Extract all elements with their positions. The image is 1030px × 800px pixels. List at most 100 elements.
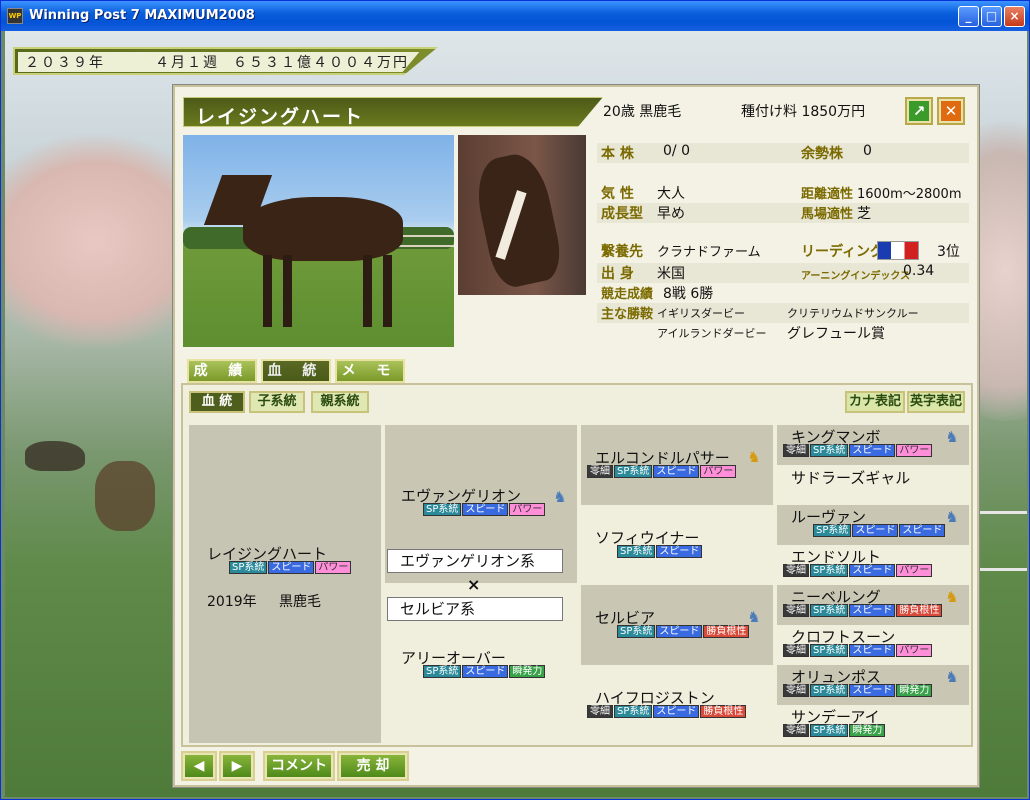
tab-seiseki[interactable]: 成 績 <box>187 359 257 383</box>
subtab-kettou[interactable]: 血 統 <box>189 391 245 413</box>
win-item: アイルランドダービー <box>657 327 767 340</box>
comment-button[interactable]: コメント <box>263 751 335 781</box>
sell-button[interactable]: 売 却 <box>337 751 409 781</box>
tag: SP系統 <box>617 545 656 558</box>
aei-label: アーニングインデックス <box>801 271 911 282</box>
minimize-button[interactable]: _ <box>958 6 979 27</box>
tag: SP系統 <box>423 665 462 678</box>
tag: パワー <box>700 465 737 478</box>
horse-icon: ♞ <box>747 608 761 626</box>
tag: SP系統 <box>810 604 849 617</box>
subtab-keitou-child[interactable]: 子系統 <box>249 391 305 413</box>
tag: 勝負根性 <box>700 705 747 718</box>
subtab-keitou-parent[interactable]: 親系統 <box>311 391 369 413</box>
next-button[interactable]: ▶ <box>219 751 255 781</box>
arrow-right-icon: ▶ <box>223 755 251 777</box>
keiyou-value: クラナドファーム <box>657 245 761 260</box>
tag: SP系統 <box>614 705 653 718</box>
tag: 勝負根性 <box>703 625 750 638</box>
bottom-toolbar: ◀ ▶ コメント 売 却 <box>181 751 411 783</box>
comment-label: コメント <box>267 755 331 777</box>
tag: 瞬発力 <box>896 684 933 697</box>
tab-memo[interactable]: メ モ <box>335 359 405 383</box>
tag: スピード <box>849 604 896 617</box>
tag: 勝負根性 <box>896 604 943 617</box>
sell-label: 売 却 <box>341 755 405 777</box>
tag: スピード <box>849 564 896 577</box>
g2-tags: SP系統 スピード 勝負根性 <box>617 625 750 639</box>
kana-button[interactable]: カナ表記 <box>845 391 905 413</box>
tag: SP系統 <box>229 561 268 574</box>
title-bar: WP Winning Post 7 MAXIMUM2008 _ □ × <box>1 1 1029 31</box>
game-window: WP Winning Post 7 MAXIMUM2008 _ □ × ２０３９… <box>0 0 1030 800</box>
leading-label: リーディング <box>801 244 885 260</box>
age-color-text: 20歳 黒鹿毛 <box>603 104 682 120</box>
tag: SP系統 <box>813 524 852 537</box>
race-label: 競走成績 <box>601 287 654 302</box>
year-text: ２０３９年 <box>25 55 105 71</box>
close-button[interactable]: × <box>1004 6 1025 27</box>
tag: パワー <box>509 503 546 516</box>
shusshin-label: 出 身 <box>601 266 634 282</box>
baba-label: 馬場適性 <box>801 207 854 222</box>
tag: スピード <box>268 561 315 574</box>
horse-icon: ♞ <box>553 488 567 506</box>
yoseikabu-label: 余勢株 <box>801 146 843 162</box>
seichou-value: 早め <box>657 206 685 222</box>
sire-line-box: エヴァンゲリオン系 <box>387 549 563 573</box>
app-icon: WP <box>7 8 23 24</box>
france-flag-icon <box>877 241 919 260</box>
maximize-button[interactable]: □ <box>981 6 1002 27</box>
tag: スピード <box>656 545 703 558</box>
tag: スピード <box>852 524 899 537</box>
jump-button[interactable]: ↗ <box>905 97 933 125</box>
parent-column: エヴァンゲリオン ♞ SP系統 スピード パワー エヴァンゲリオン系 × セルビア系… <box>385 425 577 743</box>
tag: 瞬発力 <box>849 724 886 737</box>
wins-label: 主な勝鞍 <box>601 307 654 322</box>
horse-icon: ♞ <box>945 588 959 606</box>
tag: スピード <box>899 524 946 537</box>
g2-tags: 零細 SP系統 スピード 勝負根性 <box>587 705 747 719</box>
tag: 瞬発力 <box>509 665 546 678</box>
keiyou-label: 繋養先 <box>601 244 643 260</box>
g3-tags: 零細 SP系統 瞬発力 <box>783 724 886 738</box>
g3-tags: 零細 SP系統 スピード 勝負根性 <box>783 604 943 618</box>
horse-name: レイジングハート <box>196 106 365 128</box>
close-icon: ✕ <box>941 101 961 121</box>
horse-detail-panel: レイジングハート 20歳 黒鹿毛 種付け料 1850万円 ↗ ✕ 本 株 0/ … <box>173 85 979 787</box>
coat-color: 黒鹿毛 <box>279 594 321 610</box>
honkabu-value: 0/ 0 <box>663 143 690 159</box>
stud-fee-text: 種付け料 1850万円 <box>741 104 866 120</box>
horse-icon: ♞ <box>945 428 959 446</box>
shusshin-value: 米国 <box>657 266 685 282</box>
tag: 零細 <box>783 564 809 577</box>
kyori-label: 距離適性 <box>801 187 854 202</box>
tab-kettou[interactable]: 血 統 <box>261 359 331 383</box>
tag: SP系統 <box>810 564 849 577</box>
dam-tags: SP系統 スピード 瞬発力 <box>423 665 546 679</box>
self-cell: レイジングハート SP系統 スピード パワー 2019年 黒鹿毛 <box>189 425 381 743</box>
great-grandparent-column: キングマンボ ♞ 零細 SP系統 スピード パワー サドラーズギャル ルーヴァン ♞ … <box>777 425 969 743</box>
tag: パワー <box>896 564 933 577</box>
win-item: イギリスダービー <box>657 307 745 320</box>
g3-tags: 零細 SP系統 スピード 瞬発力 <box>783 684 933 698</box>
tag: パワー <box>896 444 933 457</box>
kishou-value: 大人 <box>657 186 685 202</box>
win-item: クリテリウムドサンクルー <box>787 307 919 320</box>
prev-button[interactable]: ◀ <box>181 751 217 781</box>
tag: スピード <box>462 665 509 678</box>
horse-icon: ♞ <box>945 668 959 686</box>
tag: SP系統 <box>617 625 656 638</box>
horse-name-plate: レイジングハート <box>183 97 603 127</box>
tag: 零細 <box>587 705 613 718</box>
pedigree-section: 血 統 子系統 親系統 カナ表記 英字表記 レイジングハート SP系統 スピードパ… <box>181 383 973 747</box>
race-value: 8戦 6勝 <box>663 286 714 302</box>
g3-tags: SP系統 スピード スピード <box>813 524 946 538</box>
birth-year: 2019年 <box>207 594 257 610</box>
english-button[interactable]: 英字表記 <box>907 391 965 413</box>
tag: スピード <box>462 503 509 516</box>
grandparent-column: エルコンドルパサー ♞ 零細 SP系統 スピード パワー ソフィウイナー SP系統 スピ… <box>581 425 773 743</box>
panel-close-button[interactable]: ✕ <box>937 97 965 125</box>
tag: SP系統 <box>614 465 653 478</box>
tag: スピード <box>849 444 896 457</box>
